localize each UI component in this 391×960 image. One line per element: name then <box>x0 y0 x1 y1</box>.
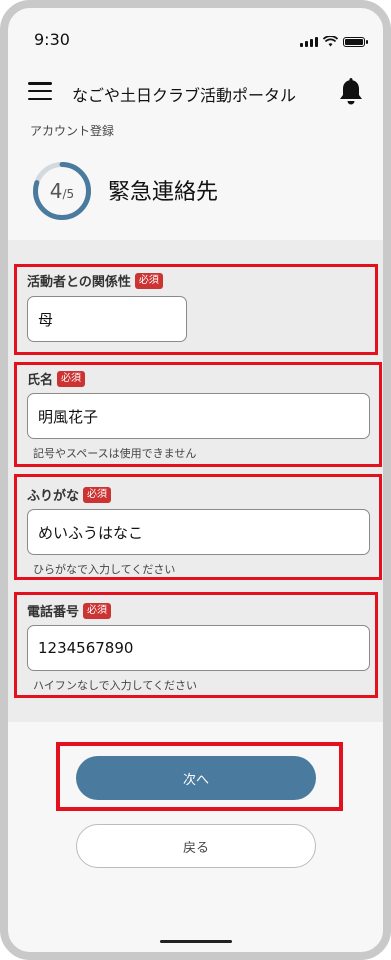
phone-label: 電話番号 必須 <box>27 601 112 620</box>
required-badge: 必須 <box>57 370 86 387</box>
relationship-field-group: 活動者との関係性 必須 母 <box>14 264 378 355</box>
next-button[interactable]: 次へ <box>76 756 316 800</box>
menu-icon[interactable] <box>28 82 52 100</box>
wifi-icon <box>323 36 338 47</box>
back-button[interactable]: 戻る <box>76 824 316 868</box>
required-badge: 必須 <box>134 272 163 289</box>
step-title: 緊急連絡先 <box>108 180 219 205</box>
phone-field-group: 電話番号 必須 1234567890 ハイフンなしで入力してください <box>14 592 378 698</box>
phone-label-text: 電話番号 <box>27 605 80 620</box>
breadcrumb: アカウント登録 <box>30 124 115 138</box>
battery-icon <box>343 37 368 47</box>
furigana-input[interactable]: めいふうはなこ <box>27 509 370 555</box>
name-field-group: 氏名 必須 明風花子 記号やスペースは使用できません <box>14 362 382 467</box>
required-badge: 必須 <box>83 602 112 619</box>
signal-icon <box>300 37 318 47</box>
furigana-label-text: ふりがな <box>27 489 80 504</box>
required-badge: 必須 <box>83 486 112 503</box>
name-input[interactable]: 明風花子 <box>27 393 370 439</box>
phone-input[interactable]: 1234567890 <box>27 625 370 671</box>
progress-label: 4/5 <box>32 161 92 221</box>
status-bar: 9:30 <box>8 8 383 68</box>
relationship-label-text: 活動者との関係性 <box>27 275 131 290</box>
relationship-input[interactable]: 母 <box>27 296 187 342</box>
name-label-text: 氏名 <box>27 373 54 388</box>
progress-current: 4 <box>49 179 63 203</box>
app-title: なごや土日クラブ活動ポータル <box>72 86 297 105</box>
name-label: 氏名 必須 <box>27 369 86 388</box>
bell-icon[interactable] <box>337 76 365 106</box>
furigana-hint: ひらがなで入力してください <box>33 563 176 576</box>
relationship-label: 活動者との関係性 必須 <box>27 271 163 290</box>
progress-total: /5 <box>62 186 75 201</box>
phone-hint: ハイフンなしで入力してください <box>33 679 198 692</box>
home-indicator <box>160 940 232 943</box>
phone-frame: 9:30 なごや土日クラブ活動ポータル アカウント登録 4/5 緊急連絡先 活動… <box>0 0 391 960</box>
furigana-label: ふりがな 必須 <box>27 485 112 504</box>
status-icons <box>300 36 368 47</box>
app-header: なごや土日クラブ活動ポータル <box>8 68 383 116</box>
furigana-field-group: ふりがな 必須 めいふうはなこ ひらがなで入力してください <box>14 474 382 580</box>
status-time: 9:30 <box>34 30 70 49</box>
name-hint: 記号やスペースは使用できません <box>33 447 197 460</box>
